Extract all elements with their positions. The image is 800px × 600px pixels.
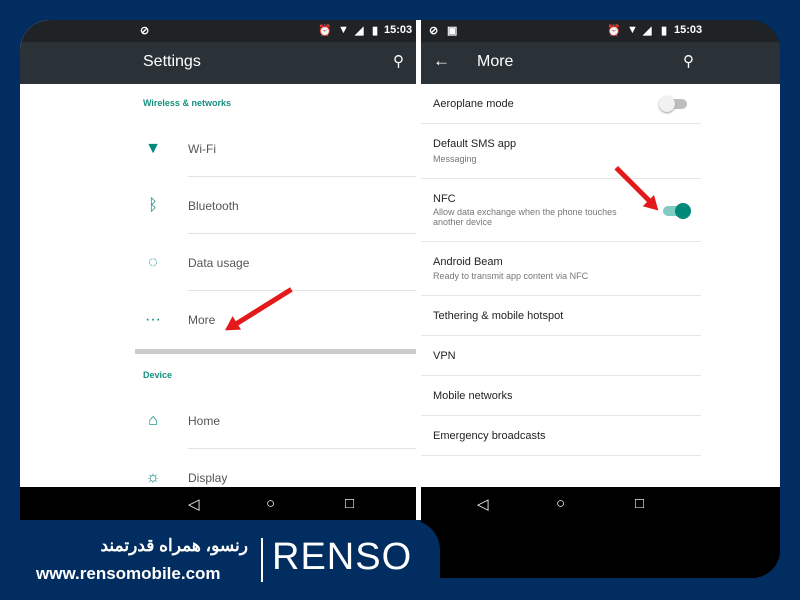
- status-bar: ⊘ ▣ ⏰ ▼ ◢ ▮ 15:03: [421, 20, 780, 42]
- rotation-icon: ⊘: [140, 25, 150, 37]
- rotation-icon: ⊘: [429, 25, 439, 37]
- clock: 15:03: [674, 24, 703, 36]
- brand-area: رنسو، همراه قدرتمند www.rensomobile.com …: [0, 520, 440, 600]
- page-title: More: [477, 53, 514, 70]
- status-bar: ⊘ ⏰ ▼ ◢ ▮ 15:03: [20, 20, 416, 42]
- image-icon: ▣: [447, 25, 458, 37]
- item-label: Bluetooth: [188, 199, 239, 213]
- settings-item-bluetooth[interactable]: ᛒ Bluetooth: [135, 177, 416, 234]
- brand-url[interactable]: www.rensomobile.com: [36, 564, 221, 584]
- data-usage-icon: ◌: [148, 254, 158, 271]
- item-label: More: [188, 313, 216, 327]
- clock: 15:03: [384, 24, 413, 36]
- item-title: Aeroplane mode: [433, 98, 514, 110]
- setting-default-sms[interactable]: Default SMS app Messaging: [421, 124, 701, 179]
- item-title: Mobile networks: [433, 390, 513, 402]
- setting-tethering[interactable]: Tethering & mobile hotspot: [421, 296, 701, 336]
- item-title: VPN: [433, 350, 456, 362]
- setting-mobile-networks[interactable]: Mobile networks: [421, 376, 701, 416]
- item-subtitle: Messaging: [433, 154, 477, 164]
- back-arrow-icon[interactable]: ←: [433, 51, 450, 71]
- settings-item-wifi[interactable]: ▼ Wi-Fi: [135, 120, 416, 177]
- more-screen: ⊘ ▣ ⏰ ▼ ◢ ▮ 15:03 ← More ⚲ Aeroplane mod…: [421, 20, 780, 578]
- settings-item-home[interactable]: ⌂ Home: [135, 392, 416, 449]
- settings-screen: ⊘ ⏰ ▼ ◢ ▮ 15:03 Settings ⚲ Wireless & ne…: [20, 20, 416, 520]
- item-subtitle: Ready to transmit app content via NFC: [433, 271, 589, 281]
- blank-area: [701, 84, 780, 487]
- back-button[interactable]: ◁: [477, 495, 489, 513]
- wifi-icon: ▼: [338, 24, 349, 36]
- display-icon: ☼: [145, 469, 161, 486]
- item-label: Data usage: [188, 256, 250, 270]
- back-button[interactable]: ◁: [188, 495, 200, 513]
- alarm-icon: ⏰: [607, 25, 621, 37]
- item-title: Android Beam: [433, 256, 503, 268]
- aeroplane-toggle[interactable]: [659, 96, 687, 112]
- toolbar: ← More ⚲: [421, 42, 780, 84]
- section-header-device: Device: [143, 370, 173, 380]
- alarm-icon: ⏰: [318, 25, 332, 37]
- brand-divider: [261, 538, 263, 582]
- home-icon: ⌂: [148, 412, 158, 429]
- navigation-bar: ◁ ○ □: [421, 487, 780, 578]
- item-title: Emergency broadcasts: [433, 430, 546, 442]
- section-header-wireless: Wireless & networks: [143, 98, 231, 108]
- more-icon: ···: [145, 311, 161, 328]
- settings-list: Wireless & networks ▼ Wi-Fi ᛒ Bluetooth ◌ D…: [20, 84, 416, 487]
- item-subtitle: Allow data exchange when the phone touch…: [433, 207, 617, 227]
- search-icon[interactable]: ⚲: [393, 52, 404, 70]
- item-label: Display: [188, 471, 228, 485]
- setting-android-beam[interactable]: Android Beam Ready to transmit app conten…: [421, 242, 701, 296]
- navigation-bar: ◁ ○ □: [20, 487, 416, 520]
- setting-vpn[interactable]: VPN: [421, 336, 701, 376]
- more-list: Aeroplane mode Default SMS app Messaging …: [421, 84, 780, 487]
- brand-tagline: رنسو، همراه قدرتمند: [100, 536, 249, 555]
- home-button[interactable]: ○: [266, 495, 275, 512]
- setting-aeroplane-mode[interactable]: Aeroplane mode: [421, 84, 701, 124]
- nfc-toggle[interactable]: [663, 203, 691, 219]
- recents-button[interactable]: □: [635, 495, 644, 512]
- battery-icon: ▮: [372, 25, 379, 37]
- battery-icon: ▮: [661, 25, 668, 37]
- signal-icon: ◢: [355, 25, 364, 37]
- wifi-icon: ▼: [627, 24, 638, 36]
- section-divider: [135, 349, 416, 354]
- item-title: Tethering & mobile hotspot: [433, 310, 564, 322]
- signal-icon: ◢: [643, 25, 652, 37]
- recents-button[interactable]: □: [345, 495, 354, 512]
- search-icon[interactable]: ⚲: [683, 52, 694, 70]
- home-button[interactable]: ○: [556, 495, 565, 512]
- page-title: Settings: [143, 53, 201, 70]
- bluetooth-icon: ᛒ: [148, 197, 158, 214]
- item-title: NFC: [433, 193, 456, 205]
- toolbar: Settings ⚲: [20, 42, 416, 84]
- renso-logo: RENSO: [272, 536, 413, 578]
- setting-emergency-broadcasts[interactable]: Emergency broadcasts: [421, 416, 701, 456]
- item-label: Wi-Fi: [188, 142, 216, 156]
- setting-nfc[interactable]: NFC Allow data exchange when the phone to…: [421, 179, 701, 242]
- item-label: Home: [188, 414, 221, 428]
- screenshot-frame: ⊘ ⏰ ▼ ◢ ▮ 15:03 Settings ⚲ Wireless & ne…: [20, 20, 780, 580]
- wifi-icon: ▼: [145, 140, 161, 157]
- settings-item-data-usage[interactable]: ◌ Data usage: [135, 234, 416, 291]
- item-title: Default SMS app: [433, 138, 517, 150]
